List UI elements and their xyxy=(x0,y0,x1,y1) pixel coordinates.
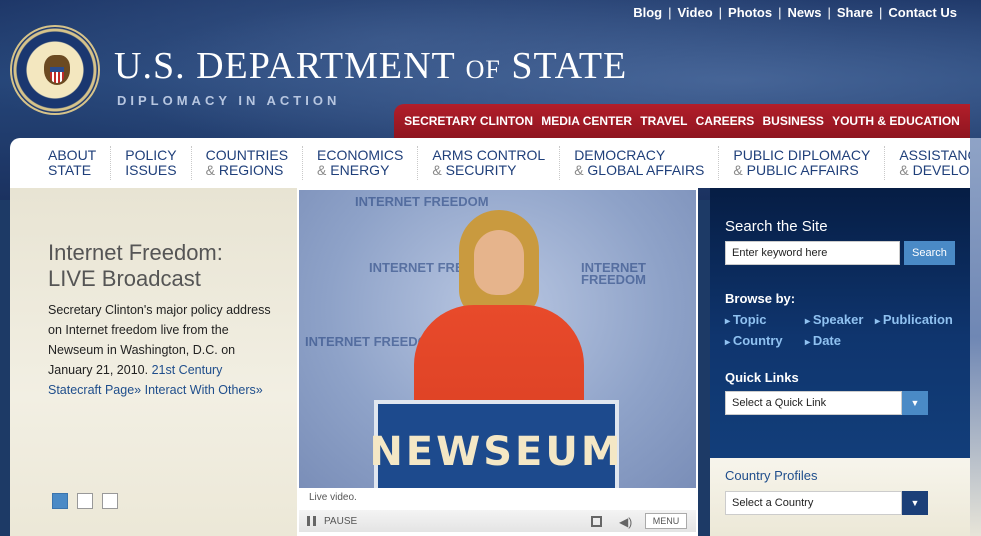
chevron-down-icon[interactable]: ▼ xyxy=(902,391,928,415)
pager-dot-2[interactable] xyxy=(77,493,93,509)
utility-links: Blog | Video | Photos | News | Share | Contac… xyxy=(627,5,963,20)
nav-policy-issues[interactable]: POLICY ISSUES xyxy=(111,146,192,180)
site-title-of: OF xyxy=(465,55,501,84)
nav-media-center[interactable]: MEDIA CENTER xyxy=(541,114,632,128)
feature-body: Secretary Clinton's major policy address… xyxy=(48,303,271,397)
secondary-nav: SECRETARY CLINTON MEDIA CENTER TRAVEL CA… xyxy=(394,104,970,138)
video-controls: PAUSE ◀) MENU xyxy=(299,510,696,532)
nav-democracy-global-affairs[interactable]: DEMOCRACY & GLOBAL AFFAIRS xyxy=(560,146,720,180)
search-row: Search xyxy=(725,241,955,265)
feature-pager xyxy=(52,493,118,509)
country-select-value: Select a Country xyxy=(725,491,902,515)
nav-countries-regions[interactable]: COUNTRIES & REGIONS xyxy=(192,146,304,180)
browse-date-link[interactable]: Date xyxy=(805,333,865,348)
search-input[interactable] xyxy=(725,241,900,265)
search-title: Search the Site xyxy=(725,218,828,235)
search-button[interactable]: Search xyxy=(904,241,955,265)
nav-economics-energy[interactable]: ECONOMICS & ENERGY xyxy=(303,146,419,180)
podium: NEWSEUM xyxy=(369,400,621,488)
video-caption: Live video. xyxy=(309,492,357,503)
video-player: INTERNET FREEDOM INTERNET FREEDOM INTERN… xyxy=(297,188,698,536)
nav-assistance-development[interactable]: ASSISTANCE & DEVELOPMENT xyxy=(885,146,981,180)
pause-icon[interactable] xyxy=(307,516,316,526)
browse-title: Browse by: xyxy=(725,291,796,306)
quick-links-value: Select a Quick Link xyxy=(725,391,902,415)
pause-label[interactable]: PAUSE xyxy=(324,516,357,527)
podium-text: NEWSEUM xyxy=(369,429,624,475)
blog-link[interactable]: Blog xyxy=(627,5,668,20)
pager-dot-3[interactable] xyxy=(102,493,118,509)
nav-business[interactable]: BUSINESS xyxy=(763,114,824,128)
department-seal-logo[interactable] xyxy=(10,25,100,115)
browse-country-link[interactable]: Country xyxy=(725,333,795,348)
right-edge-decoration xyxy=(970,138,981,536)
browse-topic-link[interactable]: Topic xyxy=(725,312,795,327)
video-frame[interactable]: INTERNET FREEDOM INTERNET FREEDOM INTERN… xyxy=(299,190,696,488)
pager-dot-1[interactable] xyxy=(52,493,68,509)
site-tagline: DIPLOMACY IN ACTION xyxy=(117,93,341,108)
nav-youth-education[interactable]: YOUTH & EDUCATION xyxy=(832,114,960,128)
volume-icon[interactable]: ◀) xyxy=(619,515,632,529)
site-title[interactable]: U.S. DEPARTMENT OF STATE xyxy=(114,44,627,88)
country-profiles-panel: Country Profiles Select a Country ▼ xyxy=(710,458,970,536)
nav-about-state[interactable]: ABOUT STATE xyxy=(10,146,112,180)
browse-publication-link[interactable]: Publication xyxy=(875,312,955,327)
news-link[interactable]: News xyxy=(781,5,827,20)
quick-links-select[interactable]: Select a Quick Link ▼ xyxy=(725,391,928,415)
fullscreen-icon[interactable] xyxy=(591,516,602,527)
nav-secretary-clinton[interactable]: SECRETARY CLINTON xyxy=(404,114,533,128)
nav-travel[interactable]: TRAVEL xyxy=(640,114,687,128)
site-title-state: STATE xyxy=(511,45,628,87)
feature-title: Internet Freedom: LIVE Broadcast xyxy=(48,240,223,291)
nav-careers[interactable]: CAREERS xyxy=(696,114,755,128)
main-nav: ABOUT STATE POLICY ISSUES COUNTRIES & RE… xyxy=(10,138,981,188)
interact-link[interactable]: Interact With Others» xyxy=(145,383,263,397)
country-profiles-title: Country Profiles xyxy=(725,468,818,483)
browse-speaker-link[interactable]: Speaker xyxy=(805,312,865,327)
shield-icon xyxy=(50,67,64,83)
browse-links: Topic Speaker Publication Country Date xyxy=(725,312,955,348)
bg-logo-text: INTERNET FREEDOM xyxy=(581,260,646,287)
site-title-main: U.S. DEPARTMENT xyxy=(114,45,456,87)
video-link[interactable]: Video xyxy=(671,5,718,20)
chevron-down-icon[interactable]: ▼ xyxy=(902,491,928,515)
video-menu-button[interactable]: MENU xyxy=(645,513,687,529)
country-select[interactable]: Select a Country ▼ xyxy=(725,491,928,515)
feature-panel: Internet Freedom: LIVE Broadcast Secreta… xyxy=(10,188,297,536)
sidebar: Search the Site Search Browse by: Topic … xyxy=(710,188,970,458)
quick-links-title: Quick Links xyxy=(725,370,799,385)
share-link[interactable]: Share xyxy=(831,5,879,20)
bg-logo-text: INTERNET FREEDOM xyxy=(355,194,489,209)
photos-link[interactable]: Photos xyxy=(722,5,778,20)
nav-arms-control-security[interactable]: ARMS CONTROL & SECURITY xyxy=(418,146,561,180)
contact-us-link[interactable]: Contact Us xyxy=(882,5,963,20)
nav-public-diplomacy-affairs[interactable]: PUBLIC DIPLOMACY & PUBLIC AFFAIRS xyxy=(719,146,886,180)
speaker-face xyxy=(474,230,524,295)
